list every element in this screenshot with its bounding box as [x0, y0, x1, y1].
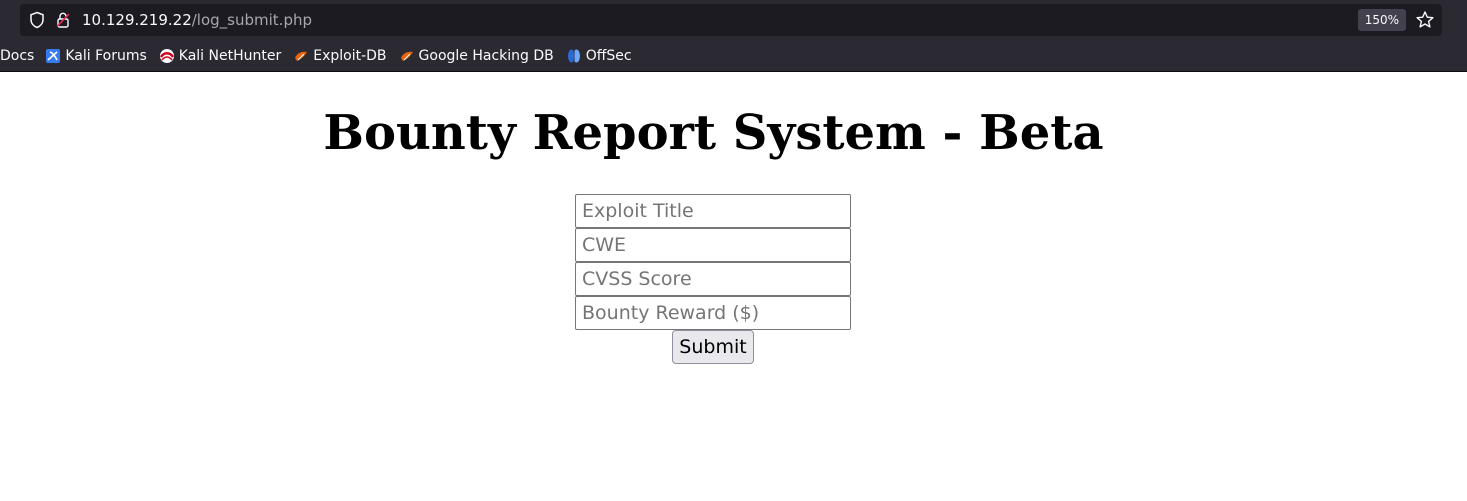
- bounty-reward-input[interactable]: [575, 296, 851, 330]
- url-host: 10.129.219.22: [82, 11, 192, 29]
- browser-chrome: 10.129.219.22/log_submit.php 150% Docs K…: [0, 0, 1467, 72]
- zoom-level-badge[interactable]: 150%: [1357, 9, 1406, 31]
- bookmark-label: Docs: [0, 48, 35, 64]
- bookmark-kali-nethunter[interactable]: Kali NetHunter: [159, 44, 281, 68]
- exploit-title-input[interactable]: [575, 194, 851, 228]
- exploit-db-icon: [400, 51, 413, 61]
- bookmark-kali-forums[interactable]: Kali Forums: [45, 44, 147, 68]
- shield-icon[interactable]: [28, 11, 46, 29]
- bookmarks-toolbar: Docs Kali Forums Kali NetHunter Exploit-…: [0, 44, 644, 68]
- bookmark-label: Kali NetHunter: [178, 48, 282, 64]
- insecure-lock-icon[interactable]: [54, 11, 72, 29]
- bookmark-label: Kali Forums: [65, 48, 147, 64]
- offsec-icon: [567, 49, 580, 63]
- cwe-input[interactable]: [575, 228, 851, 262]
- bookmark-star-icon[interactable]: [1414, 9, 1436, 31]
- cvss-score-input[interactable]: [575, 262, 851, 296]
- bookmark-label: OffSec: [585, 48, 632, 64]
- url-text[interactable]: 10.129.219.22/log_submit.php: [82, 4, 312, 36]
- address-bar[interactable]: 10.129.219.22/log_submit.php 150%: [20, 4, 1442, 36]
- url-path: /log_submit.php: [191, 11, 312, 29]
- page-title: Bounty Report System - Beta: [323, 105, 1104, 161]
- kali-forums-icon: [46, 49, 61, 63]
- submit-button[interactable]: Submit: [672, 330, 754, 364]
- bookmark-label: Exploit-DB: [313, 48, 387, 64]
- bounty-report-form: [575, 194, 851, 330]
- exploit-db-icon: [295, 51, 308, 61]
- kali-nethunter-icon: [159, 49, 174, 63]
- bookmark-docs[interactable]: Docs: [0, 44, 34, 68]
- bookmark-exploit-db[interactable]: Exploit-DB: [293, 44, 387, 68]
- bookmark-label: Google Hacking DB: [418, 48, 554, 64]
- bookmark-offsec[interactable]: OffSec: [566, 44, 632, 68]
- bookmark-google-hacking-db[interactable]: Google Hacking DB: [399, 44, 554, 68]
